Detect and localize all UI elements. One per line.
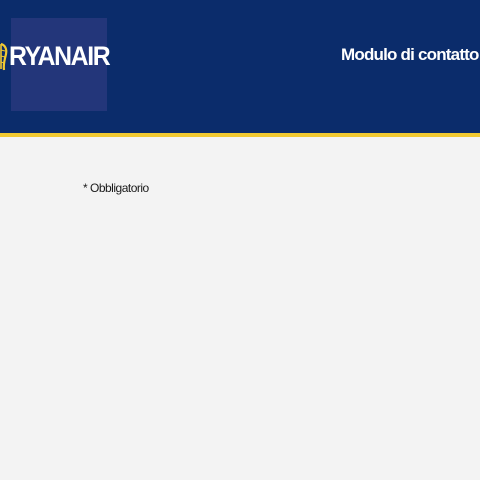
page-title: Modulo di contatto <box>341 45 479 64</box>
ryanair-logo[interactable]: RYANAIR <box>0 18 111 111</box>
page-header: RYANAIR Modulo di contatto <box>0 0 480 133</box>
logo-wordmark: RYANAIR <box>9 41 111 71</box>
header-accent-stripe <box>0 133 480 137</box>
logo-content: RYANAIR <box>0 42 119 72</box>
harp-icon <box>0 42 8 70</box>
required-fields-note: * Obbligatorio <box>83 181 149 195</box>
